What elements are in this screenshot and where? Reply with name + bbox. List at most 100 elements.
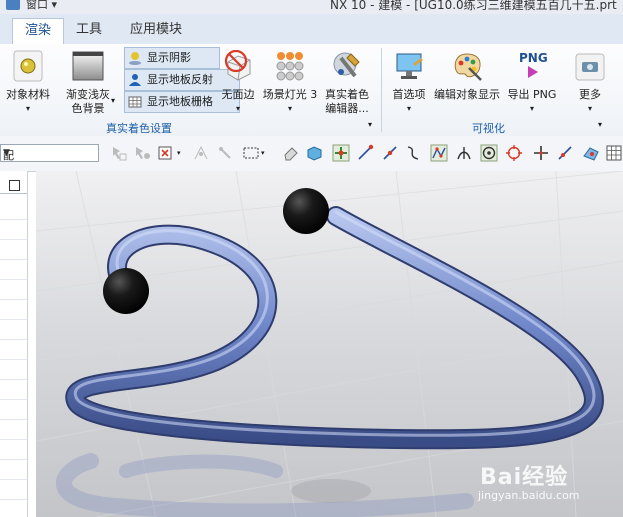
arc-center-icon[interactable] bbox=[480, 144, 498, 162]
chevron-down-icon: ▾ bbox=[587, 104, 592, 113]
object-material-label: 对象材料 bbox=[6, 88, 50, 101]
window-title: NX 10 - 建模 - [UG10.0练习三维建模五百几十五.prt bbox=[330, 0, 617, 12]
gradient-bg-label-2: 色背景 bbox=[71, 102, 105, 115]
ribbon: 对象材料 ▾ 渐变浅灰 色背景 ▾ 显示阴影 显示地板反射 显示地板栅格 无面边… bbox=[0, 44, 623, 137]
camera-icon bbox=[575, 53, 605, 81]
png-export-icon: PNG bbox=[519, 51, 548, 78]
list-divider bbox=[0, 459, 27, 460]
list-divider bbox=[0, 439, 27, 440]
baidu-watermark: Bai经验 jingyan.baidu.com bbox=[470, 455, 620, 515]
reflection-icon bbox=[129, 74, 141, 86]
select-features-icon[interactable] bbox=[110, 144, 128, 162]
panel-header-divider bbox=[0, 193, 27, 194]
bounded-grid-icon[interactable] bbox=[605, 144, 623, 162]
export-png-label: 导出 PNG bbox=[507, 88, 557, 101]
helix-tube[interactable] bbox=[67, 208, 602, 448]
list-divider bbox=[0, 239, 27, 240]
chevron-down-icon: ▾ bbox=[529, 104, 534, 113]
preferences-label: 首选项 bbox=[392, 88, 426, 101]
chevron-down-icon: ▾ bbox=[25, 104, 30, 113]
chevron-down-icon: ▾ bbox=[235, 104, 240, 113]
start-point-sphere[interactable] bbox=[103, 268, 149, 314]
chevron-down-icon: ▼ bbox=[3, 148, 10, 158]
quadrant-point-icon[interactable] bbox=[505, 144, 523, 162]
control-point-icon[interactable] bbox=[404, 144, 422, 162]
list-divider bbox=[0, 419, 27, 420]
helix-tube-outline bbox=[65, 206, 604, 450]
tab-tools[interactable]: 工具 bbox=[64, 18, 114, 43]
ribbon-separator bbox=[381, 48, 382, 132]
eraser-icon[interactable] bbox=[282, 144, 300, 162]
no-edge-cube-icon bbox=[224, 49, 251, 81]
window-menu[interactable]: 窗口 ▾ bbox=[26, 0, 57, 12]
app-icon bbox=[6, 0, 20, 10]
point-on-surface-icon[interactable] bbox=[582, 144, 600, 162]
list-divider bbox=[0, 399, 27, 400]
no-face-edge-button[interactable]: 无面边 ▾ bbox=[218, 49, 258, 116]
group-expand-icon[interactable]: ▾ bbox=[368, 120, 372, 129]
curve-point-icon[interactable] bbox=[430, 144, 448, 162]
type-filter-dropdown[interactable]: 配 ▼ bbox=[0, 144, 99, 162]
resource-bar-panel bbox=[0, 171, 28, 517]
list-divider bbox=[0, 339, 27, 340]
true-shading-editor-button[interactable]: 真实着色 编辑器... bbox=[320, 50, 374, 116]
list-divider bbox=[0, 379, 27, 380]
scene-lights-icon bbox=[276, 52, 304, 81]
mid-point-icon[interactable] bbox=[381, 144, 399, 162]
edit-object-display-button[interactable]: 编辑对象显示 bbox=[432, 50, 502, 102]
group-label-visualization: 可视化 bbox=[472, 122, 505, 135]
list-divider bbox=[0, 499, 27, 500]
list-divider bbox=[0, 359, 27, 360]
export-png-button[interactable]: PNG 导出 PNG ▾ bbox=[504, 50, 560, 116]
list-divider bbox=[0, 479, 27, 480]
list-divider bbox=[0, 219, 27, 220]
point-on-curve-icon[interactable] bbox=[556, 144, 574, 162]
end-point-icon[interactable] bbox=[356, 144, 374, 162]
shading-editor-label-2: 编辑器... bbox=[325, 102, 369, 115]
no-face-edge-label: 无面边 bbox=[221, 88, 255, 101]
tab-render[interactable]: 渲染 bbox=[12, 18, 65, 44]
list-divider bbox=[0, 299, 27, 300]
show-shadow-toggle[interactable]: 显示阴影 bbox=[124, 47, 220, 69]
shading-editor-label-1: 真实着色 bbox=[325, 88, 369, 101]
maximize-icon[interactable] bbox=[9, 180, 20, 191]
intersection-icon[interactable] bbox=[455, 144, 473, 162]
object-material-button[interactable]: 对象材料 ▾ bbox=[4, 50, 52, 116]
scene-light-button[interactable]: 场景灯光 3 ▾ bbox=[260, 50, 320, 116]
show-floor-reflection-label: 显示地板反射 bbox=[147, 73, 213, 86]
tab-applications[interactable]: 应用模块 bbox=[118, 18, 194, 43]
chevron-down-icon: ▾ bbox=[406, 104, 411, 113]
chevron-down-icon[interactable]: ▾ bbox=[111, 96, 115, 105]
edit-object-display-label: 编辑对象显示 bbox=[434, 88, 500, 101]
selection-toolbar: 配 ▼ ▾ ▾ bbox=[0, 136, 623, 172]
material-sphere-icon bbox=[13, 50, 43, 82]
ball-reflection bbox=[291, 479, 371, 503]
point-on-face-icon[interactable] bbox=[192, 144, 210, 162]
shading-editor-icon bbox=[333, 52, 360, 78]
select-faces-icon[interactable] bbox=[133, 144, 151, 162]
chevron-down-icon[interactable]: ▾ bbox=[177, 149, 181, 157]
feature-point-icon[interactable] bbox=[216, 144, 234, 162]
gradient-background-button[interactable]: 渐变浅灰 色背景 bbox=[60, 50, 116, 116]
existing-point-icon[interactable] bbox=[532, 144, 550, 162]
watermark-url: jingyan.baidu.com bbox=[478, 489, 580, 502]
preferences-button[interactable]: 首选项 ▾ bbox=[388, 50, 430, 116]
chevron-down-icon[interactable]: ▾ bbox=[261, 149, 265, 157]
group-expand-icon[interactable]: ▾ bbox=[598, 120, 602, 129]
list-divider bbox=[0, 259, 27, 260]
end-point-sphere[interactable] bbox=[283, 188, 329, 234]
chevron-down-icon: ▾ bbox=[287, 104, 292, 113]
grid-icon bbox=[128, 96, 142, 108]
title-bar: 窗口 ▾ NX 10 - 建模 - [UG10.0练习三维建模五百几十五.prt bbox=[0, 0, 623, 14]
svg-text:PNG: PNG bbox=[519, 51, 548, 65]
palette-icon bbox=[454, 53, 482, 81]
snap-point-box-icon[interactable] bbox=[157, 144, 175, 162]
solid-body-icon[interactable] bbox=[305, 144, 323, 162]
more-button[interactable]: 更多 ▾ bbox=[568, 50, 612, 116]
watermark-brand: Bai经验 bbox=[480, 465, 569, 490]
snap-midpoint-icon[interactable] bbox=[332, 144, 350, 162]
rectangle-select-icon[interactable] bbox=[242, 144, 260, 162]
list-divider bbox=[0, 279, 27, 280]
more-label: 更多 bbox=[579, 88, 601, 101]
list-divider bbox=[0, 319, 27, 320]
